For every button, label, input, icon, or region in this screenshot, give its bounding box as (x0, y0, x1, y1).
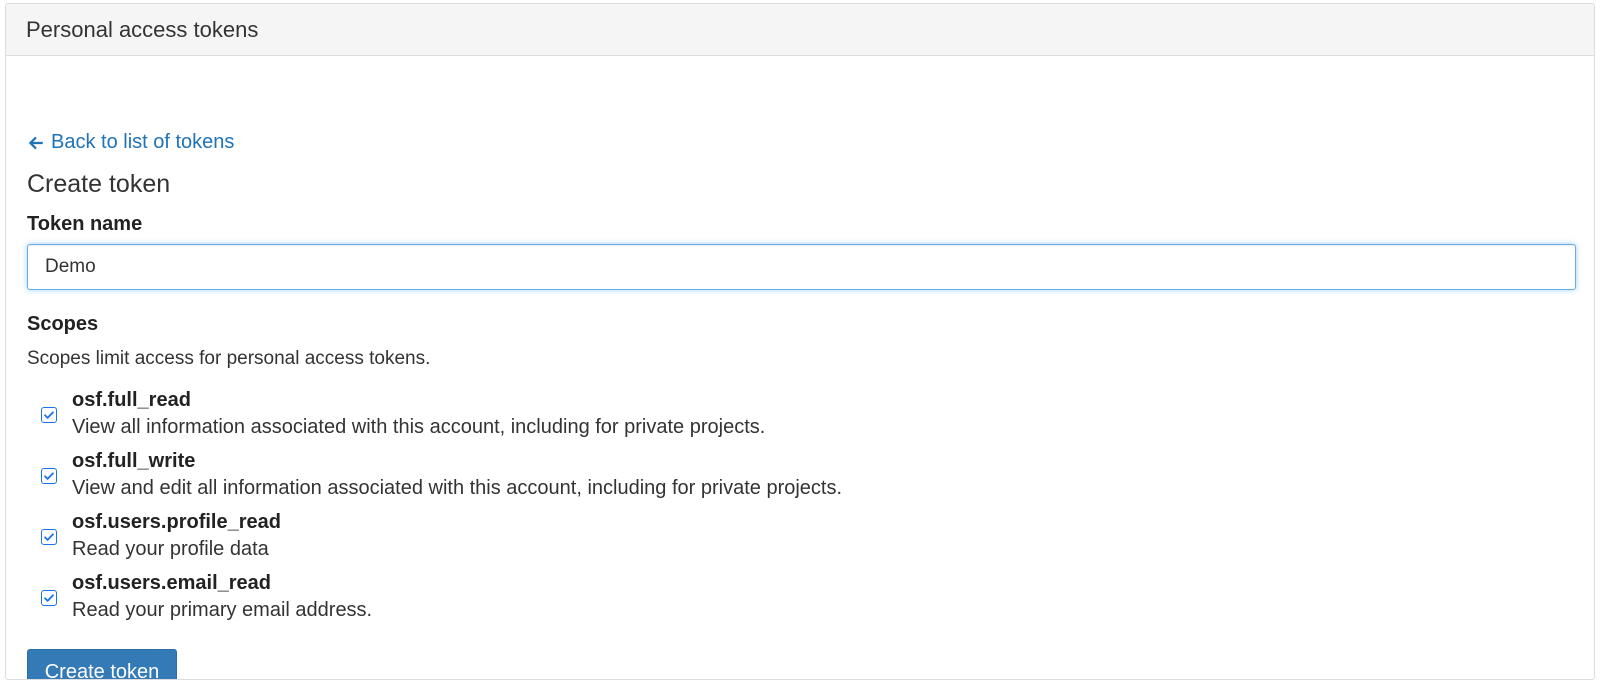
scope-name: osf.users.profile_read (72, 511, 281, 533)
panel-heading: Personal access tokens (6, 4, 1594, 56)
scope-checkbox[interactable] (41, 407, 57, 423)
check-icon (44, 594, 54, 602)
back-to-tokens-link[interactable]: Back to list of tokens (27, 131, 234, 154)
scope-name: osf.users.email_read (72, 572, 271, 594)
scope-description: View all information associated with thi… (72, 416, 766, 438)
tokens-panel: Personal access tokens Back to list of t… (5, 3, 1595, 680)
back-link-label: Back to list of tokens (51, 131, 235, 153)
scope-checkbox[interactable] (41, 590, 57, 606)
check-icon (44, 411, 54, 419)
scope-item: osf.full_write View and edit all informa… (27, 450, 1127, 508)
check-icon (44, 533, 54, 541)
scope-item: osf.users.profile_read Read your profile… (27, 511, 1127, 569)
scope-description: View and edit all information associated… (72, 477, 843, 499)
scopes-label: Scopes (27, 313, 99, 335)
scope-checkbox[interactable] (41, 468, 57, 484)
scope-item: osf.users.email_read Read your primary e… (27, 572, 1127, 630)
scope-item: osf.full_read View all information assoc… (27, 389, 1127, 447)
check-icon (44, 472, 54, 480)
scope-description: Read your profile data (72, 538, 269, 560)
scope-checkbox[interactable] (41, 529, 57, 545)
arrow-left-icon (28, 136, 43, 149)
scope-name: osf.full_read (72, 389, 191, 411)
scope-name: osf.full_write (72, 450, 196, 472)
token-name-label: Token name (27, 213, 143, 235)
create-token-heading: Create token (27, 170, 171, 198)
create-token-button[interactable]: Create token (27, 649, 177, 679)
scopes-help-text: Scopes limit access for personal access … (27, 348, 431, 369)
panel-title: Personal access tokens (26, 16, 259, 42)
scope-description: Read your primary email address. (72, 599, 373, 621)
token-name-input[interactable] (27, 244, 1576, 290)
